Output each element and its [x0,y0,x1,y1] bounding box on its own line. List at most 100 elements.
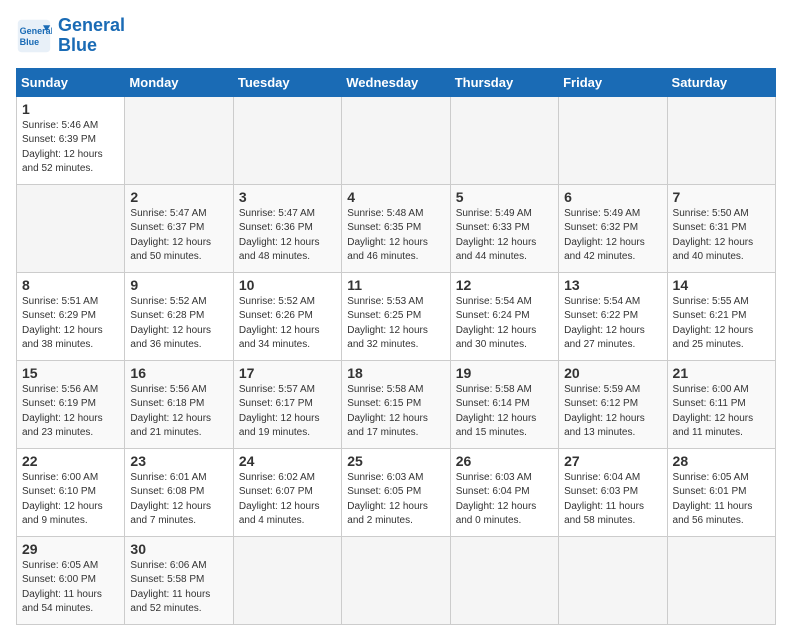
calendar-cell: 25 Sunrise: 6:03 AMSunset: 6:05 PMDaylig… [342,448,450,536]
col-header-sunday: Sunday [17,68,125,96]
day-detail: Sunrise: 6:03 AMSunset: 6:04 PMDaylight:… [456,471,553,529]
day-detail: Sunrise: 5:54 AMSunset: 6:24 PMDaylight:… [456,295,553,353]
day-number: 5 [456,189,553,205]
day-number: 3 [239,189,336,205]
calendar-cell: 28 Sunrise: 6:05 AMSunset: 6:01 PMDaylig… [667,448,775,536]
day-detail: Sunrise: 6:02 AMSunset: 6:07 PMDaylight:… [239,471,336,529]
day-detail: Sunrise: 5:52 AMSunset: 6:26 PMDaylight:… [239,295,336,353]
day-number: 12 [456,277,553,293]
day-number: 23 [130,453,227,469]
day-number: 17 [239,365,336,381]
calendar-cell [450,96,558,184]
logo-icon: General Blue [16,18,52,54]
calendar-cell: 10 Sunrise: 5:52 AMSunset: 6:26 PMDaylig… [233,272,341,360]
day-detail: Sunrise: 6:00 AMSunset: 6:11 PMDaylight:… [673,383,770,441]
calendar-cell: 17 Sunrise: 5:57 AMSunset: 6:17 PMDaylig… [233,360,341,448]
calendar-cell: 23 Sunrise: 6:01 AMSunset: 6:08 PMDaylig… [125,448,233,536]
day-detail: Sunrise: 5:58 AMSunset: 6:14 PMDaylight:… [456,383,553,441]
day-number: 26 [456,453,553,469]
day-detail: Sunrise: 5:51 AMSunset: 6:29 PMDaylight:… [22,295,119,353]
day-number: 25 [347,453,444,469]
day-detail: Sunrise: 6:06 AMSunset: 5:58 PMDaylight:… [130,559,227,617]
col-header-tuesday: Tuesday [233,68,341,96]
day-number: 19 [456,365,553,381]
calendar-cell: 11 Sunrise: 5:53 AMSunset: 6:25 PMDaylig… [342,272,450,360]
page-header: General Blue General Blue [16,16,776,56]
day-detail: Sunrise: 5:50 AMSunset: 6:31 PMDaylight:… [673,207,770,265]
calendar-cell: 2 Sunrise: 5:47 AMSunset: 6:37 PMDayligh… [125,184,233,272]
day-detail: Sunrise: 5:48 AMSunset: 6:35 PMDaylight:… [347,207,444,265]
calendar-cell [342,536,450,624]
day-detail: Sunrise: 5:47 AMSunset: 6:36 PMDaylight:… [239,207,336,265]
day-number: 16 [130,365,227,381]
calendar-cell [667,536,775,624]
calendar-cell: 22 Sunrise: 6:00 AMSunset: 6:10 PMDaylig… [17,448,125,536]
day-detail: Sunrise: 6:04 AMSunset: 6:03 PMDaylight:… [564,471,661,529]
calendar-cell: 8 Sunrise: 5:51 AMSunset: 6:29 PMDayligh… [17,272,125,360]
day-number: 8 [22,277,119,293]
calendar-cell: 15 Sunrise: 5:56 AMSunset: 6:19 PMDaylig… [17,360,125,448]
week-row-3: 15 Sunrise: 5:56 AMSunset: 6:19 PMDaylig… [17,360,776,448]
calendar-cell: 19 Sunrise: 5:58 AMSunset: 6:14 PMDaylig… [450,360,558,448]
col-header-friday: Friday [559,68,667,96]
day-number: 7 [673,189,770,205]
day-number: 30 [130,541,227,557]
logo-text2: Blue [58,36,125,56]
calendar-cell [667,96,775,184]
calendar-cell: 4 Sunrise: 5:48 AMSunset: 6:35 PMDayligh… [342,184,450,272]
calendar-cell: 3 Sunrise: 5:47 AMSunset: 6:36 PMDayligh… [233,184,341,272]
calendar-cell [17,184,125,272]
calendar-cell: 18 Sunrise: 5:58 AMSunset: 6:15 PMDaylig… [342,360,450,448]
day-detail: Sunrise: 5:47 AMSunset: 6:37 PMDaylight:… [130,207,227,265]
calendar-cell: 26 Sunrise: 6:03 AMSunset: 6:04 PMDaylig… [450,448,558,536]
day-number: 15 [22,365,119,381]
calendar-cell [559,536,667,624]
day-number: 21 [673,365,770,381]
week-row-5: 29 Sunrise: 6:05 AMSunset: 6:00 PMDaylig… [17,536,776,624]
week-row-4: 22 Sunrise: 6:00 AMSunset: 6:10 PMDaylig… [17,448,776,536]
calendar-cell [342,96,450,184]
calendar-cell: 1 Sunrise: 5:46 AMSunset: 6:39 PMDayligh… [17,96,125,184]
day-number: 10 [239,277,336,293]
calendar-cell: 12 Sunrise: 5:54 AMSunset: 6:24 PMDaylig… [450,272,558,360]
day-number: 27 [564,453,661,469]
calendar-cell: 6 Sunrise: 5:49 AMSunset: 6:32 PMDayligh… [559,184,667,272]
day-number: 1 [22,101,119,117]
calendar-cell: 16 Sunrise: 5:56 AMSunset: 6:18 PMDaylig… [125,360,233,448]
day-number: 11 [347,277,444,293]
svg-text:Blue: Blue [20,37,40,47]
calendar-cell [559,96,667,184]
day-number: 4 [347,189,444,205]
header-row: SundayMondayTuesdayWednesdayThursdayFrid… [17,68,776,96]
calendar-cell: 5 Sunrise: 5:49 AMSunset: 6:33 PMDayligh… [450,184,558,272]
calendar-cell [450,536,558,624]
day-detail: Sunrise: 5:58 AMSunset: 6:15 PMDaylight:… [347,383,444,441]
calendar-cell [233,96,341,184]
logo: General Blue General Blue [16,16,125,56]
day-detail: Sunrise: 5:53 AMSunset: 6:25 PMDaylight:… [347,295,444,353]
day-detail: Sunrise: 6:05 AMSunset: 6:01 PMDaylight:… [673,471,770,529]
day-detail: Sunrise: 5:54 AMSunset: 6:22 PMDaylight:… [564,295,661,353]
day-number: 28 [673,453,770,469]
col-header-wednesday: Wednesday [342,68,450,96]
calendar-table: SundayMondayTuesdayWednesdayThursdayFrid… [16,68,776,625]
day-detail: Sunrise: 5:49 AMSunset: 6:33 PMDaylight:… [456,207,553,265]
day-number: 9 [130,277,227,293]
week-row-1: 2 Sunrise: 5:47 AMSunset: 6:37 PMDayligh… [17,184,776,272]
calendar-cell: 7 Sunrise: 5:50 AMSunset: 6:31 PMDayligh… [667,184,775,272]
calendar-cell: 29 Sunrise: 6:05 AMSunset: 6:00 PMDaylig… [17,536,125,624]
calendar-cell: 27 Sunrise: 6:04 AMSunset: 6:03 PMDaylig… [559,448,667,536]
day-detail: Sunrise: 6:05 AMSunset: 6:00 PMDaylight:… [22,559,119,617]
day-number: 2 [130,189,227,205]
day-number: 18 [347,365,444,381]
calendar-cell [125,96,233,184]
calendar-cell: 21 Sunrise: 6:00 AMSunset: 6:11 PMDaylig… [667,360,775,448]
calendar-cell: 20 Sunrise: 5:59 AMSunset: 6:12 PMDaylig… [559,360,667,448]
calendar-cell: 9 Sunrise: 5:52 AMSunset: 6:28 PMDayligh… [125,272,233,360]
day-detail: Sunrise: 5:59 AMSunset: 6:12 PMDaylight:… [564,383,661,441]
day-number: 13 [564,277,661,293]
day-detail: Sunrise: 6:03 AMSunset: 6:05 PMDaylight:… [347,471,444,529]
calendar-cell: 30 Sunrise: 6:06 AMSunset: 5:58 PMDaylig… [125,536,233,624]
day-number: 22 [22,453,119,469]
day-detail: Sunrise: 5:55 AMSunset: 6:21 PMDaylight:… [673,295,770,353]
